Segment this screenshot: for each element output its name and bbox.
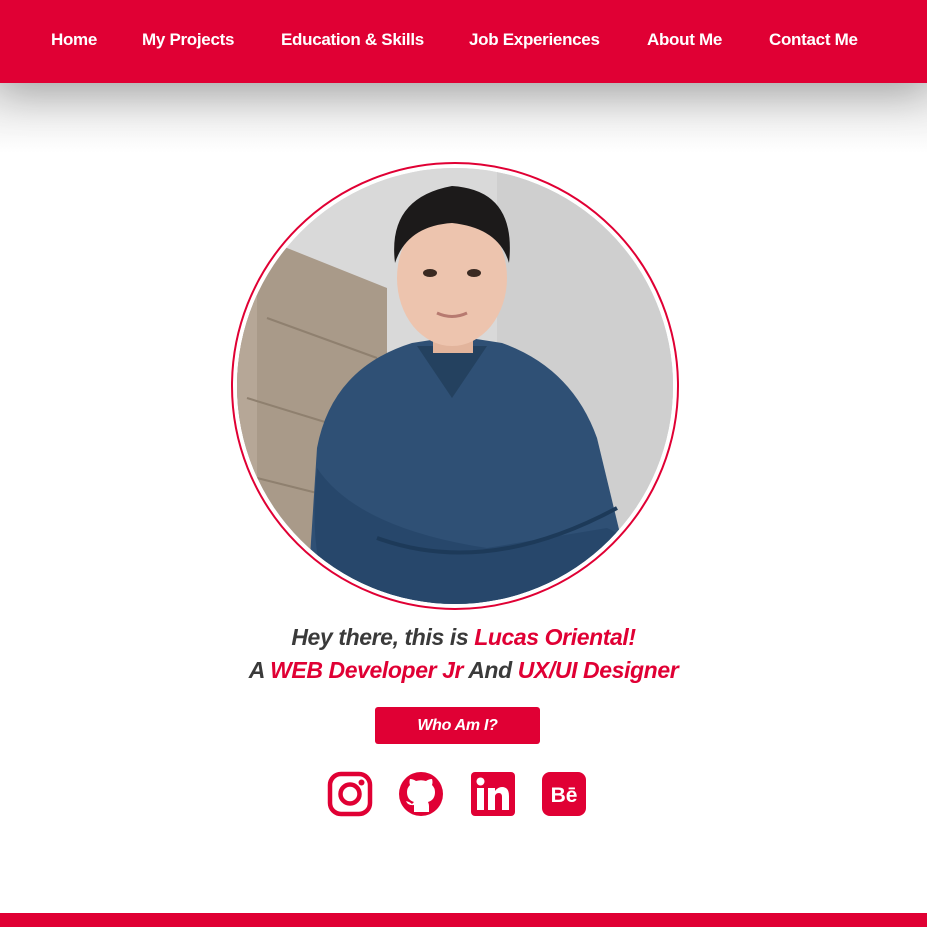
nav-home[interactable]: Home: [51, 28, 97, 52]
nav-job-experiences[interactable]: Job Experiences: [469, 28, 600, 52]
hero-name: Lucas Oriental!: [474, 624, 636, 650]
github-icon[interactable]: [398, 771, 444, 817]
hero-roles: A WEB Developer Jr And UX/UI Designer: [0, 657, 927, 684]
navbar-shadow: [0, 83, 927, 153]
top-navbar: Home My Projects Education & Skills Job …: [0, 0, 927, 83]
footer-bar: [0, 913, 927, 927]
roles-connector: And: [463, 657, 518, 683]
who-am-i-button[interactable]: Who Am I?: [375, 707, 540, 744]
role-web-developer: WEB Developer Jr: [270, 657, 464, 683]
roles-prefix: A: [248, 657, 271, 683]
greeting-prefix: Hey there, this is: [291, 624, 475, 650]
nav-about-me[interactable]: About Me: [647, 28, 722, 52]
role-ux-ui-designer: UX/UI Designer: [517, 657, 679, 683]
instagram-icon[interactable]: [327, 771, 373, 817]
nav-my-projects[interactable]: My Projects: [142, 28, 234, 52]
linkedin-icon[interactable]: [470, 771, 516, 817]
profile-photo-illustration: [237, 168, 673, 604]
behance-glyph: Bē: [551, 784, 578, 807]
profile-photo-frame: [231, 162, 679, 610]
hero-greeting: Hey there, this is Lucas Oriental!: [0, 624, 927, 651]
profile-photo: [237, 168, 673, 604]
page: Home My Projects Education & Skills Job …: [0, 0, 927, 927]
nav-contact-me[interactable]: Contact Me: [769, 28, 858, 52]
behance-icon[interactable]: Bē: [541, 771, 587, 817]
nav-education-skills[interactable]: Education & Skills: [281, 28, 424, 52]
